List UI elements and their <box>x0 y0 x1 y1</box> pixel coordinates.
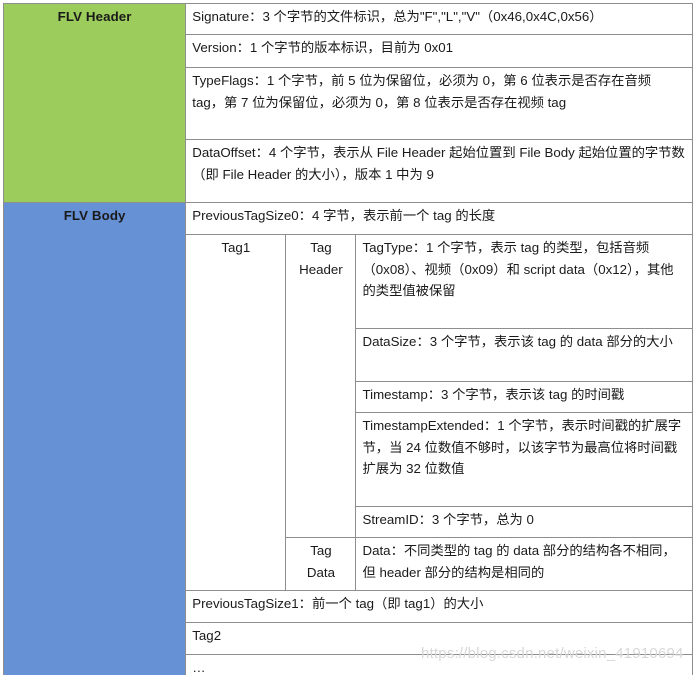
section-label-flv-body: FLV Body <box>2 202 187 675</box>
tag-header-label-line2: Header <box>299 261 343 277</box>
field-tag2: Tag2 <box>185 622 693 655</box>
field-timestampextended: TimestampExtended：1 个字节，表示时间戳的扩展字节，当 24 … <box>355 412 693 507</box>
group-label-tag-header: Tag Header <box>285 234 357 538</box>
group-label-tag1: Tag1 <box>185 234 287 591</box>
tag-data-label-line1: Tag <box>310 543 332 558</box>
field-ellipsis: … <box>185 654 693 675</box>
group-label-tag-data: Tag Data <box>285 537 357 591</box>
field-datasize: DataSize：3 个字节，表示该 tag 的 data 部分的大小 <box>355 328 693 382</box>
table-row: FLV Body PreviousTagSize0：4 字节，表示前一个 tag… <box>2 202 693 675</box>
field-version: Version：1 个字节的版本标识，目前为 0x01 <box>185 34 693 68</box>
field-signature: Signature：3 个字节的文件标识，总为"F","L","V"（0x46,… <box>185 3 693 35</box>
field-typeflags: TypeFlags：1 个字节，前 5 位为保留位，必须为 0，第 6 位表示是… <box>185 67 693 140</box>
flv-format-diagram: FLV Header Signature：3 个字节的文件标识，总为"F","L… <box>0 0 697 675</box>
field-previoustagsize0: PreviousTagSize0：4 字节，表示前一个 tag 的长度 <box>185 202 693 235</box>
field-previoustagsize1: PreviousTagSize1：前一个 tag（即 tag1）的大小 <box>185 590 693 623</box>
field-dataoffset: DataOffset：4 个字节，表示从 File Header 起始位置到 F… <box>185 139 693 203</box>
field-streamid: StreamID：3 个字节，总为 0 <box>355 506 693 538</box>
tag-header-label-line1: Tag <box>310 240 332 255</box>
section-label-flv-header: FLV Header <box>2 3 187 203</box>
flv-structure-table: FLV Header Signature：3 个字节的文件标识，总为"F","L… <box>2 3 693 675</box>
field-timestamp: Timestamp：3 个字节，表示该 tag 的时间戳 <box>355 381 693 413</box>
field-tagtype: TagType：1 个字节，表示 tag 的类型，包括音频（0x08）、视频（0… <box>355 234 693 329</box>
tag-data-label-line2: Data <box>306 564 335 580</box>
field-data: Data：不同类型的 tag 的 data 部分的结构各不相同，但 header… <box>355 537 693 591</box>
table-row: FLV Header Signature：3 个字节的文件标识，总为"F","L… <box>2 3 693 203</box>
